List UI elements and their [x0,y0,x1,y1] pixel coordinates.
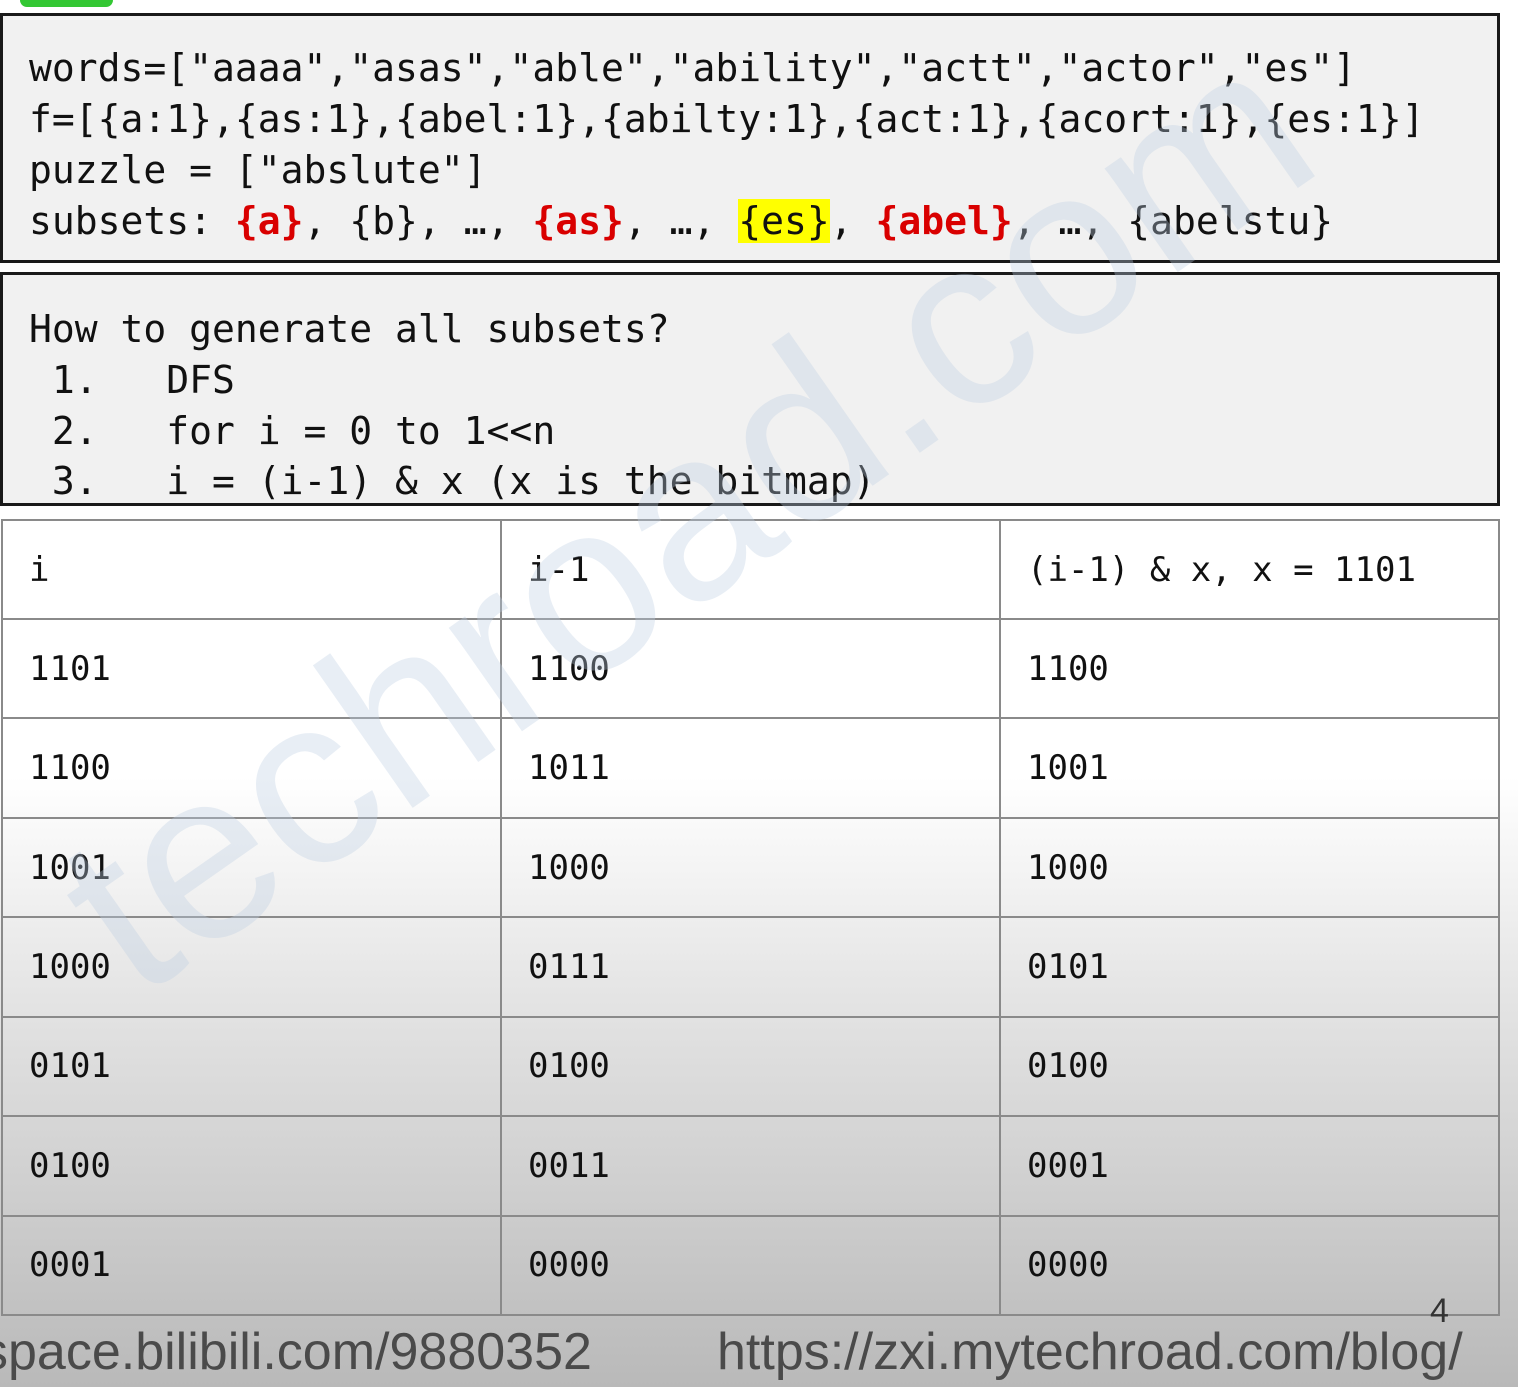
subset-ellipsis: , …, [623,199,739,243]
freq-line: f=[{a:1},{as:1},{abel:1},{abilty:1},{act… [29,97,1425,141]
cell-and-x: 1100 [999,617,1500,720]
methods-question: How to generate all subsets? [29,307,670,351]
cell-i-minus-1: 0011 [500,1115,1001,1217]
table-row: 0101 0100 0100 [1,1015,1500,1118]
table-row: 0100 0011 0001 [1,1115,1500,1217]
header-and-x: (i-1) & x, x = 1101 [999,519,1500,620]
subset-a: {a} [234,199,304,243]
cell-i: 0100 [1,1115,502,1217]
subset-as: {as} [532,199,624,243]
code-box-words: words=["aaaa","asas","able","ability","a… [0,13,1500,263]
cell-i-minus-1: 1011 [500,717,1001,819]
cell-i-minus-1: 1000 [500,816,1001,919]
green-tab-decoration [20,0,113,7]
cell-and-x: 1000 [999,816,1500,919]
cell-i-minus-1: 0100 [500,1015,1001,1118]
table-row: 1001 1000 1000 [1,816,1500,919]
subsets-line: subsets: {a}, {b}, …, {as}, …, {es}, {ab… [29,199,1333,243]
table-row: 1000 0111 0101 [1,916,1500,1018]
subsets-label: subsets: [29,199,235,243]
subset-abel: {abel} [875,199,1013,243]
subset-es: {es} [738,199,830,243]
cell-i: 0001 [1,1214,502,1317]
puzzle-line: puzzle = ["abslute"] [29,148,487,192]
bitmap-table: i i-1 (i-1) & x, x = 1101 1101 1100 1100… [1,519,1500,1317]
method-bitmap: 3. i = (i-1) & x (x is the bitmap) [29,459,876,503]
cell-and-x: 0100 [999,1015,1500,1118]
cell-and-x: 0101 [999,916,1500,1018]
cell-i: 1001 [1,816,502,919]
cell-i-minus-1: 1100 [500,617,1001,720]
subset-comma: , [829,199,876,243]
cell-and-x: 1001 [999,717,1500,819]
cell-i-minus-1: 0000 [500,1214,1001,1317]
footer-blog-url: https://zxi.mytechroad.com/blog/ [717,1323,1463,1381]
cell-i-minus-1: 0111 [500,916,1001,1018]
table-row: 0001 0000 0000 [1,1214,1500,1317]
cell-i: 1000 [1,916,502,1018]
cell-and-x: 0001 [999,1115,1500,1217]
cell-i: 1100 [1,717,502,819]
table-row: 1100 1011 1001 [1,717,1500,819]
cell-and-x: 0000 [999,1214,1500,1317]
header-i-minus-1: i-1 [500,519,1001,620]
words-line: words=["aaaa","asas","able","ability","a… [29,46,1356,90]
code-box-methods: How to generate all subsets? 1. DFS 2. f… [0,272,1500,506]
header-i: i [1,519,502,620]
cell-i: 1101 [1,617,502,720]
table-row: 1101 1100 1100 [1,617,1500,720]
subset-rest: , …, {abelstu} [1012,199,1334,243]
method-loop: 2. for i = 0 to 1<<n [29,409,556,453]
method-dfs: 1. DFS [29,358,235,402]
table-header-row: i i-1 (i-1) & x, x = 1101 [1,519,1500,620]
cell-i: 0101 [1,1015,502,1118]
footer-bilibili-url: space.bilibili.com/9880352 [0,1323,592,1381]
subset-b: , {b}, …, [303,199,533,243]
